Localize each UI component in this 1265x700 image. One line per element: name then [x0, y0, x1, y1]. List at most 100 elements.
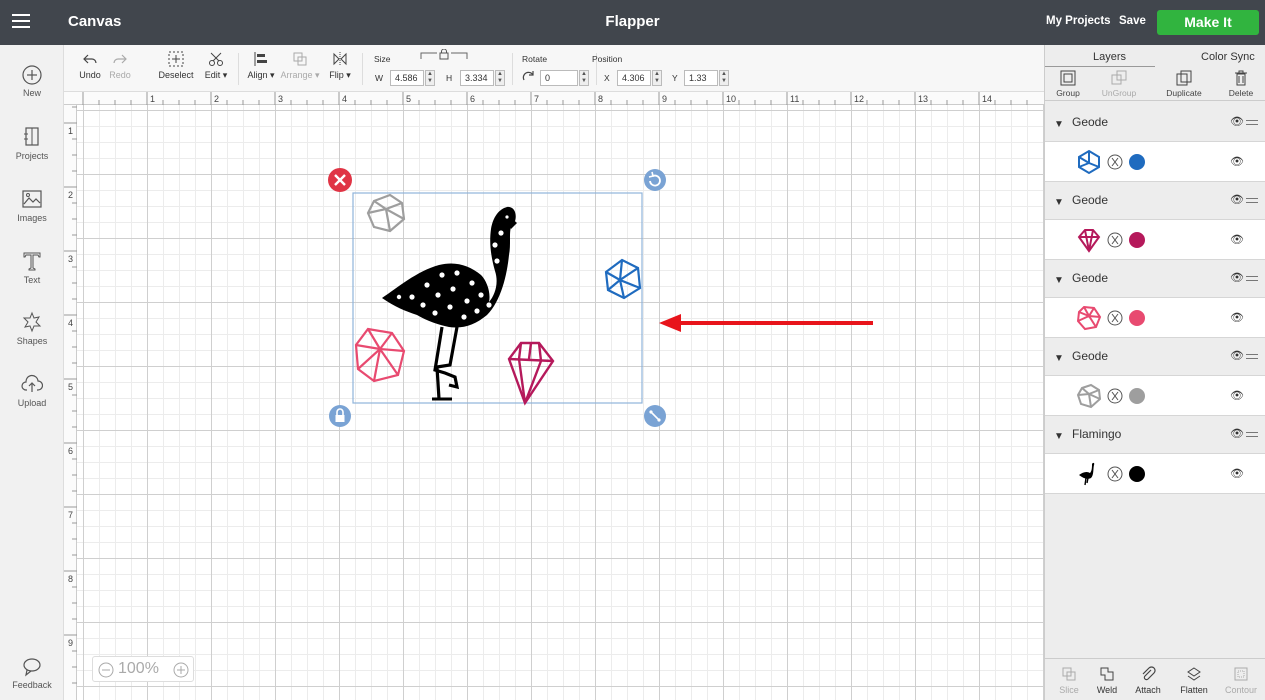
cut-operation-icon[interactable] [1107, 466, 1123, 482]
duplicate-button[interactable]: Duplicate [1159, 70, 1209, 98]
sidebar-item-shapes[interactable]: Shapes [0, 311, 64, 346]
eye-icon[interactable]: 👁 [1230, 233, 1244, 246]
x-position-stepper[interactable]: ▲ ▼ [652, 70, 662, 86]
layer-item[interactable]: 👁 [1045, 454, 1265, 494]
eye-icon[interactable]: 👁 [1230, 155, 1244, 168]
my-projects-link[interactable]: My Projects [1046, 15, 1111, 27]
geode-pink[interactable] [354, 327, 406, 383]
rotate-handle[interactable] [644, 169, 666, 191]
sidebar-item-feedback[interactable]: Feedback [0, 657, 64, 690]
layer-color-swatch[interactable] [1129, 310, 1145, 326]
ungroup-button[interactable]: UnGroup [1097, 70, 1141, 98]
layer-item[interactable]: 👁 [1045, 376, 1265, 416]
eye-icon[interactable]: 👁 [1230, 193, 1244, 206]
sidebar-item-images[interactable]: Images [0, 188, 64, 223]
layer-group-header[interactable]: ▼ Geode 👁 [1045, 260, 1265, 298]
height-field[interactable]: 3.334 [460, 70, 494, 86]
layer-group-header[interactable]: ▼ Geode 👁 [1045, 104, 1265, 142]
eye-icon[interactable]: 👁 [1230, 389, 1244, 402]
y-position-stepper[interactable]: ▲ ▼ [719, 70, 729, 86]
y-position-field[interactable]: 1.33 [684, 70, 718, 86]
drag-handle-icon[interactable] [1246, 354, 1258, 362]
rotate-stepper[interactable]: ▲ ▼ [579, 70, 589, 86]
eye-icon[interactable]: 👁 [1230, 271, 1244, 284]
width-stepper[interactable]: ▲ ▼ [425, 70, 435, 86]
attach-button[interactable]: Attach [1131, 666, 1165, 695]
eye-icon[interactable]: 👁 [1230, 311, 1244, 324]
cut-operation-icon[interactable] [1107, 310, 1123, 326]
sidebar-item-text[interactable]: Text [0, 250, 64, 285]
x-label: X [604, 73, 610, 83]
arrange-menu-button[interactable]: Arrange ▾ [280, 51, 320, 81]
width-field[interactable]: 4.586 [390, 70, 424, 86]
geode-blue[interactable] [604, 258, 642, 300]
edit-menu-button[interactable]: Edit ▾ [201, 51, 231, 81]
top-bar: Canvas Flapper My Projects Save Make It [0, 0, 1265, 45]
eye-icon[interactable]: 👁 [1230, 349, 1244, 362]
height-stepper[interactable]: ▲ ▼ [495, 70, 505, 86]
lock-aspect-icon[interactable] [419, 49, 469, 61]
layer-item[interactable]: 👁 [1045, 220, 1265, 260]
group-button[interactable]: Group [1051, 70, 1085, 98]
drag-handle-icon[interactable] [1246, 198, 1258, 206]
geode-gray[interactable] [366, 193, 406, 233]
layer-group-header[interactable]: ▼ Flamingo 👁 [1045, 416, 1265, 454]
eye-icon[interactable]: 👁 [1230, 115, 1244, 128]
collapse-triangle-icon[interactable]: ▼ [1054, 431, 1064, 442]
trash-icon [1235, 70, 1247, 86]
save-link[interactable]: Save [1119, 15, 1146, 27]
app-title: Canvas [68, 13, 122, 30]
delete-handle[interactable] [328, 168, 352, 192]
cut-operation-icon[interactable] [1107, 232, 1123, 248]
rotate-field[interactable]: 0 [540, 70, 578, 86]
redo-button[interactable]: Redo [106, 53, 134, 80]
layer-color-swatch[interactable] [1129, 154, 1145, 170]
sidebar-item-new[interactable]: New [0, 65, 64, 98]
collapse-triangle-icon[interactable]: ▼ [1054, 119, 1064, 130]
collapse-triangle-icon[interactable]: ▼ [1054, 353, 1064, 364]
lock-handle[interactable] [329, 405, 351, 427]
ruler-label: 2 [214, 94, 219, 104]
slice-button[interactable]: Slice [1055, 666, 1083, 695]
zoom-in-icon[interactable] [173, 662, 189, 678]
tab-layers[interactable]: Layers [1093, 51, 1126, 63]
geode-thumbnail-icon [1078, 149, 1100, 175]
eye-icon[interactable]: 👁 [1230, 427, 1244, 440]
layer-item[interactable]: 👁 [1045, 142, 1265, 182]
flamingo-image[interactable] [382, 206, 517, 401]
make-it-button[interactable]: Make It [1157, 10, 1259, 35]
collapse-triangle-icon[interactable]: ▼ [1054, 197, 1064, 208]
sidebar-item-projects[interactable]: Projects [0, 126, 64, 161]
flatten-button[interactable]: Flatten [1175, 666, 1213, 695]
tab-color-sync[interactable]: Color Sync [1201, 51, 1255, 63]
zoom-out-icon[interactable] [98, 662, 114, 678]
undo-button[interactable]: Undo [76, 53, 104, 80]
deselect-button[interactable]: Deselect [156, 51, 196, 80]
drag-handle-icon[interactable] [1246, 432, 1258, 440]
eye-icon[interactable]: 👁 [1230, 467, 1244, 480]
contour-button[interactable]: Contour [1221, 666, 1261, 695]
layer-color-swatch[interactable] [1129, 232, 1145, 248]
design-canvas[interactable] [77, 105, 1044, 700]
collapse-triangle-icon[interactable]: ▼ [1054, 275, 1064, 286]
sidebar-item-upload[interactable]: Upload [0, 373, 64, 408]
layer-color-swatch[interactable] [1129, 388, 1145, 404]
cut-operation-icon[interactable] [1107, 388, 1123, 404]
layer-group-header[interactable]: ▼ Geode 👁 [1045, 182, 1265, 220]
flip-menu-button[interactable]: Flip ▾ [326, 51, 354, 81]
resize-handle[interactable] [644, 405, 666, 427]
position-label: Position [592, 54, 623, 64]
drag-handle-icon[interactable] [1246, 276, 1258, 284]
layer-item[interactable]: 👁 [1045, 298, 1265, 338]
layer-color-swatch[interactable] [1129, 466, 1145, 482]
x-position-field[interactable]: 4.306 [617, 70, 651, 86]
delete-label: Delete [1228, 88, 1254, 98]
geode-magenta[interactable] [507, 341, 555, 406]
drag-handle-icon[interactable] [1246, 120, 1258, 128]
cut-operation-icon[interactable] [1107, 154, 1123, 170]
align-menu-button[interactable]: Align ▾ [244, 51, 278, 81]
layer-group-header[interactable]: ▼ Geode 👁 [1045, 338, 1265, 376]
hamburger-menu-icon[interactable] [12, 14, 30, 28]
weld-button[interactable]: Weld [1093, 666, 1121, 695]
delete-button[interactable]: Delete [1223, 70, 1259, 98]
